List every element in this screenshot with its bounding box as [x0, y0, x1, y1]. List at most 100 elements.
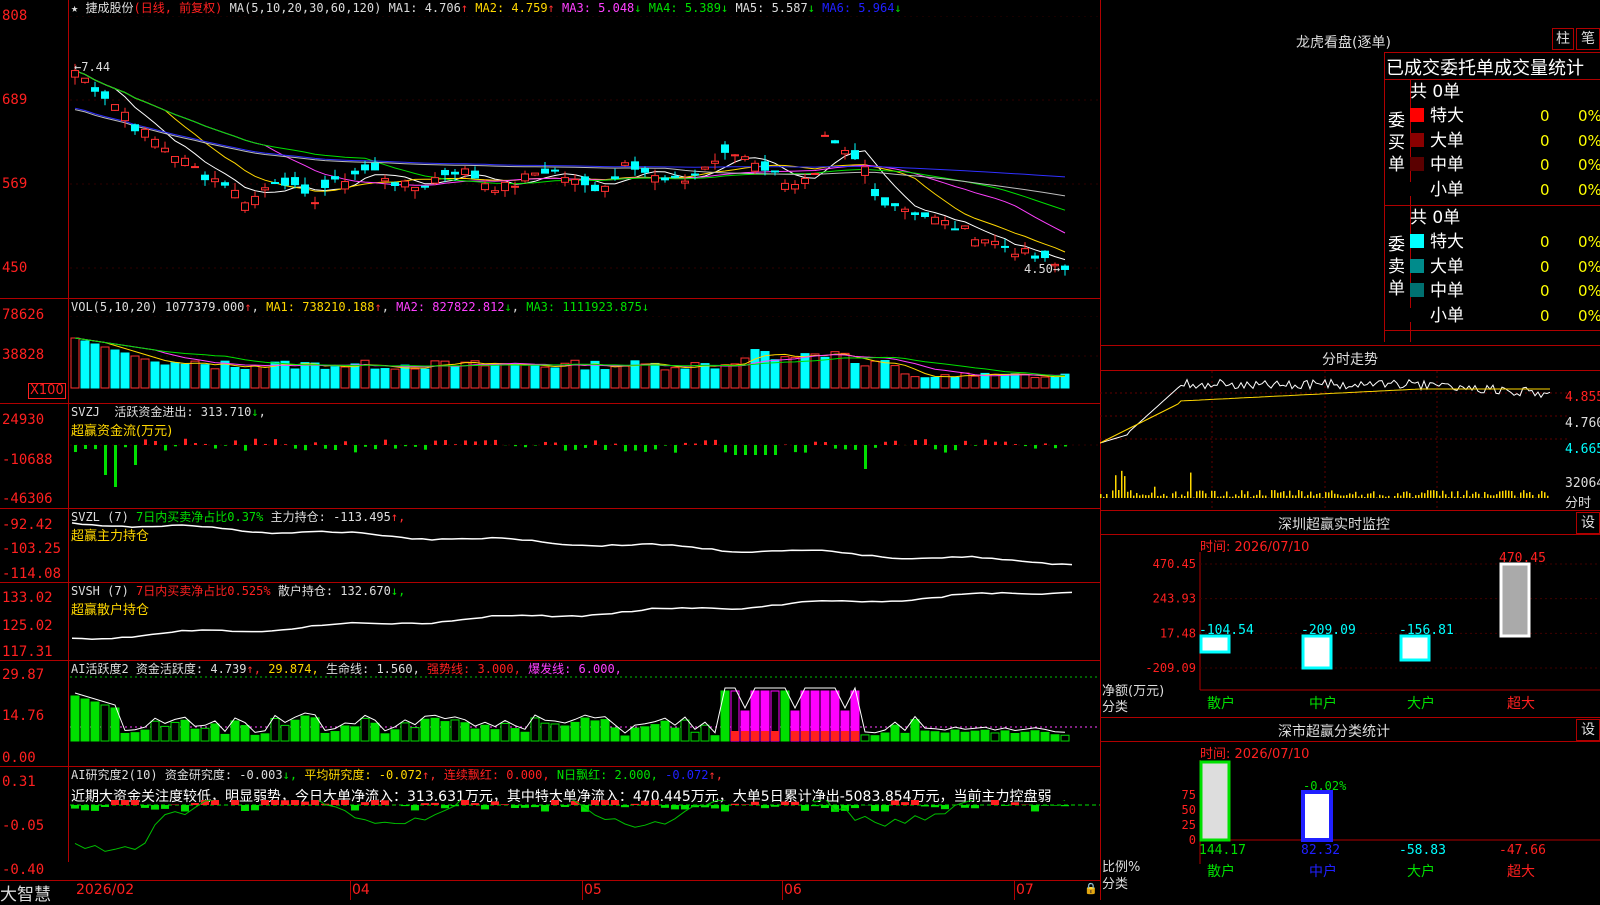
activity-bar [641, 727, 649, 741]
svzl-chart[interactable] [70, 509, 1100, 582]
intraday-vol-bar [1472, 494, 1474, 498]
candle [122, 112, 129, 120]
activity-bar [231, 721, 239, 741]
volume-bar [721, 365, 729, 388]
volume-bar [411, 369, 419, 388]
candle [262, 188, 269, 190]
period-label[interactable]: (日线, 前复权) [133, 1, 222, 15]
flow-bar [324, 445, 327, 449]
intraday-vol-bar [1394, 496, 1396, 498]
candle [572, 180, 579, 185]
candle [882, 198, 889, 205]
intraday-vol-bar [1484, 492, 1486, 498]
flow-bar [244, 445, 247, 451]
intraday-vol-bar [1295, 495, 1297, 498]
volume-bar [851, 364, 859, 388]
ai-active-chart[interactable] [70, 661, 1100, 766]
y-tick: 29.87 [0, 667, 68, 683]
flow-bar [474, 441, 477, 445]
volume-bar [771, 360, 779, 388]
volume-bar [381, 369, 389, 388]
sz-class-bar [1201, 762, 1229, 840]
intraday-vol-bar [1118, 490, 1120, 498]
flow-bar [1004, 442, 1007, 445]
intraday-vol-bar [1235, 494, 1237, 498]
flow-bar [894, 441, 897, 445]
intraday-vol-bar [1412, 497, 1414, 498]
research-bar [1051, 805, 1059, 806]
intraday-vol-bar [1382, 495, 1384, 498]
activity-bar-base [741, 731, 749, 741]
flow-bar [214, 445, 217, 449]
svzj-chart[interactable] [70, 405, 1100, 508]
intraday-vol-bar [1478, 494, 1480, 498]
intraday-vol-bar [1541, 491, 1543, 498]
candle [392, 183, 399, 186]
tick-mode-button[interactable]: 笔 [1576, 28, 1600, 50]
intraday-vol-bar [1145, 495, 1147, 498]
stock-name: 捷成股份 [85, 1, 133, 15]
sell-row-pct: 0% [1578, 255, 1600, 279]
flow-bar [594, 440, 597, 445]
buy-row: 中单00% [1410, 153, 1600, 177]
ma6-arrow: ↓ [894, 1, 901, 15]
intraday-vol-bar [1520, 492, 1522, 498]
flow-bar [1034, 445, 1037, 449]
candle [1032, 256, 1039, 258]
intraday-vol-bar [1106, 494, 1108, 498]
sz-class-settings-button[interactable]: 设 [1576, 719, 1600, 741]
flow-bar [134, 445, 137, 465]
intraday-vol-bar [1121, 471, 1123, 498]
ma4-line [75, 71, 1065, 211]
flow-bar [194, 443, 197, 445]
sz-class-chart[interactable]: 7550250-0.02%144.17散户82.32中户-58.83大户-47.… [1100, 760, 1600, 900]
candle [852, 151, 859, 159]
y-tick: 0.00 [0, 750, 68, 766]
sz-class-category: 中户 [1309, 863, 1337, 880]
volume-bar [711, 369, 719, 388]
research-bar [231, 800, 239, 805]
flow-bar [574, 445, 577, 450]
volume-bar [681, 369, 689, 388]
intraday-vol-bar [1265, 496, 1267, 498]
sz-monitor-settings-button[interactable]: 设 [1576, 512, 1600, 534]
lock-icon[interactable]: 🔒 [1084, 882, 1098, 895]
sz-monitor-axis-label2: 分类 [1102, 696, 1128, 715]
research-bar [671, 805, 679, 809]
vol-header: VOL(5,10,20) 1077379.000↑, MA1: 738210.1… [71, 299, 649, 315]
volume-chart[interactable] [70, 316, 1100, 398]
intraday-vol-bar [1523, 490, 1525, 498]
candle [112, 105, 119, 111]
activity-bar [251, 735, 259, 741]
intraday-vol-bar [1358, 497, 1360, 498]
intraday-chart[interactable] [1100, 371, 1570, 510]
activity-bar [1001, 731, 1009, 741]
activity-bar [351, 727, 359, 741]
y-tick: 14.76 [0, 708, 68, 724]
sz-monitor-bar [1303, 636, 1331, 668]
flow-bar [524, 445, 527, 447]
intraday-vol-bar [1289, 491, 1291, 498]
flow-bar [844, 445, 847, 449]
volume-bar [521, 365, 529, 388]
candle [362, 165, 369, 170]
bar-mode-button[interactable]: 柱 [1552, 28, 1574, 50]
main-chart-header: ★ 捷成股份(日线, 前复权) MA(5,10,20,30,60,120) MA… [71, 0, 902, 16]
activity-bar [1051, 735, 1059, 741]
vol-unit-button[interactable]: X100 [28, 383, 66, 399]
svsh-chart[interactable] [70, 583, 1100, 660]
candle [102, 92, 109, 98]
ai-research-chart[interactable] [70, 800, 1100, 880]
sz-monitor-chart[interactable]: 470.45243.9317.48-209.09-104.54散户-209.09… [1100, 552, 1600, 716]
star-icon[interactable]: ★ [71, 1, 78, 15]
volume-bar [1021, 375, 1029, 388]
candle [212, 179, 219, 182]
flow-bar [144, 439, 147, 445]
research-bar [151, 805, 159, 810]
kline-chart[interactable] [70, 16, 1100, 298]
volume-bar [451, 366, 459, 388]
activity-bar [1021, 732, 1029, 741]
candle [642, 169, 649, 173]
research-bar [181, 805, 189, 811]
buy-row-name: 小单 [1430, 180, 1464, 200]
